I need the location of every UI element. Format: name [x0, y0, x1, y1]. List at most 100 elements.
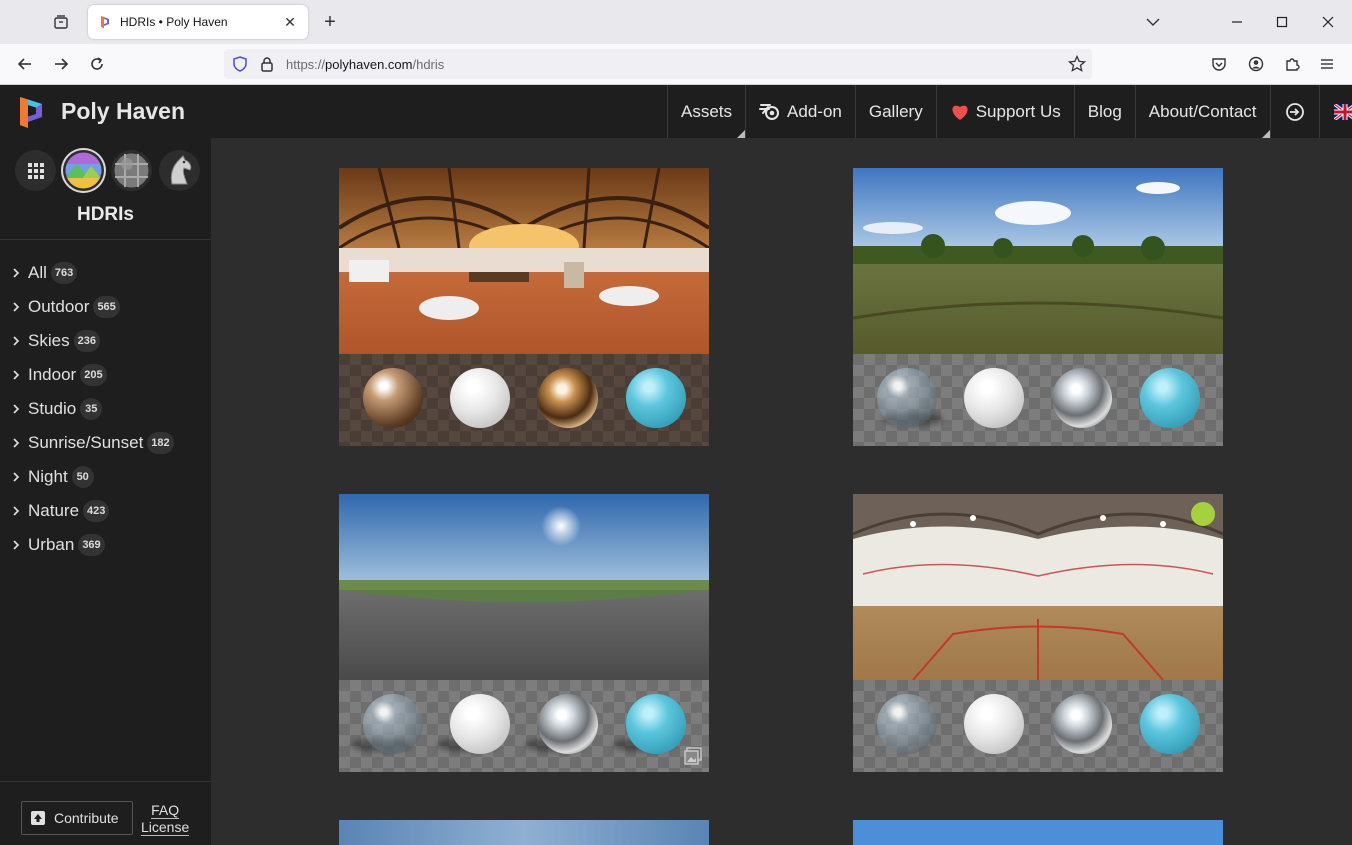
dropdown-corner-icon	[1261, 130, 1270, 138]
preview-floor	[853, 354, 1223, 446]
menu-about-contact[interactable]: About/Contact	[1134, 85, 1270, 138]
menu-addon[interactable]: Add-on	[745, 85, 855, 138]
account-icon[interactable]	[1242, 50, 1270, 78]
category-night[interactable]: Night 50	[12, 460, 174, 494]
tab-overflow-chevron-icon[interactable]	[1138, 8, 1168, 36]
lock-icon[interactable]	[260, 56, 274, 72]
category-urban[interactable]: Urban 369	[12, 528, 174, 562]
site-header: Poly Haven Assets Add-on Gallery Support…	[0, 85, 1352, 138]
sidebar-footer: Contribute FAQ License	[0, 781, 211, 845]
menu-support-us[interactable]: Support Us	[935, 85, 1074, 138]
url-path: /hdris	[412, 57, 445, 72]
contribute-label: Contribute	[54, 810, 119, 826]
upload-icon	[30, 810, 46, 826]
pocket-icon[interactable]	[1205, 50, 1233, 78]
reload-icon[interactable]	[83, 50, 111, 78]
category-indoor[interactable]: Indoor 205	[12, 358, 174, 392]
menu-gallery[interactable]: Gallery	[854, 85, 936, 138]
hdri-preview-image	[853, 820, 1223, 845]
asset-type-switcher	[15, 150, 200, 191]
category-studio[interactable]: Studio 35	[12, 392, 174, 426]
menu-blog[interactable]: Blog	[1073, 85, 1135, 138]
chevron-right-icon	[12, 471, 28, 483]
hdri-card[interactable]	[339, 168, 709, 446]
new-tab-icon[interactable]: +	[318, 10, 342, 34]
blue-sphere	[1140, 368, 1200, 428]
sidebar-divider	[0, 239, 211, 240]
category-name: All	[28, 263, 47, 282]
bookmark-star-icon[interactable]	[1068, 55, 1086, 73]
category-nature[interactable]: Nature 423	[12, 494, 174, 528]
maximize-icon[interactable]	[1267, 8, 1297, 36]
category-all[interactable]: All 763	[12, 256, 174, 290]
hdri-card[interactable]	[339, 820, 709, 845]
hdri-preview-image	[853, 168, 1223, 354]
chevron-right-icon	[12, 539, 28, 551]
category-count-badge: 565	[93, 296, 120, 318]
dropdown-corner-icon	[737, 130, 746, 138]
window-close-icon[interactable]	[1313, 8, 1343, 36]
app-menu-icon[interactable]	[1313, 50, 1341, 78]
forward-arrow-icon[interactable]	[47, 50, 75, 78]
blender-icon	[759, 103, 781, 121]
hdri-card[interactable]	[853, 494, 1223, 772]
category-name: Urban	[28, 535, 75, 554]
site-name[interactable]: Poly Haven	[61, 98, 185, 125]
chevron-right-icon	[12, 505, 28, 517]
browser-nav-bar: https://polyhaven.com/hdris	[0, 44, 1352, 85]
sidebar-title: HDRIs	[76, 204, 134, 225]
category-sunrise-sunset[interactable]: Sunrise/Sunset 182	[12, 426, 174, 460]
chrome-sphere	[538, 368, 598, 428]
polyhaven-favicon-icon	[101, 16, 109, 28]
menu-about-label: About/Contact	[1148, 101, 1257, 121]
tab-title: HDRIs • Poly Haven	[120, 15, 228, 29]
white-sphere	[450, 368, 510, 428]
hdri-type-icon[interactable]	[63, 150, 104, 191]
preview-floor	[339, 680, 709, 772]
login-icon	[1285, 102, 1305, 122]
blue-sphere	[626, 368, 686, 428]
contribute-button[interactable]: Contribute	[21, 801, 133, 835]
menu-assets[interactable]: Assets	[667, 85, 746, 138]
glass-sphere	[877, 368, 937, 428]
active-tab[interactable]: HDRIs • Poly Haven ✕	[88, 5, 308, 39]
heart-icon	[950, 103, 970, 121]
textures-type-icon[interactable]	[111, 150, 152, 191]
minimize-icon[interactable]	[1222, 8, 1252, 36]
hdri-card[interactable]	[339, 494, 709, 772]
chevron-right-icon	[12, 403, 28, 415]
hdri-card[interactable]	[853, 168, 1223, 446]
all-assets-grid-icon[interactable]	[15, 150, 56, 191]
login-button[interactable]	[1269, 85, 1319, 138]
white-sphere	[964, 368, 1024, 428]
category-count-badge: 35	[80, 398, 103, 420]
language-selector[interactable]	[1318, 85, 1352, 138]
chrome-sphere	[1052, 694, 1112, 754]
category-count-badge: 205	[80, 364, 107, 386]
hdri-preview-image	[853, 494, 1223, 680]
category-name: Sunrise/Sunset	[28, 433, 144, 452]
faq-link[interactable]: FAQ	[151, 802, 180, 819]
category-name: Night	[28, 467, 68, 486]
category-count-badge: 369	[78, 534, 105, 556]
license-link[interactable]: License	[141, 819, 190, 836]
sidebar: HDRIs All 763 Outdoor 565 Skies 236 Indoor 2…	[0, 138, 211, 845]
chrome-sphere	[538, 694, 598, 754]
main-menu: Assets Add-on Gallery Support Us Blog Ab…	[667, 85, 1352, 138]
tab-close-icon[interactable]: ✕	[282, 14, 298, 30]
tab-list-icon[interactable]	[46, 8, 76, 36]
category-name: Outdoor	[28, 297, 90, 316]
chrome-sphere	[1052, 368, 1112, 428]
hdri-card[interactable]	[853, 820, 1223, 845]
category-skies[interactable]: Skies 236	[12, 324, 174, 358]
models-type-icon[interactable]	[159, 150, 200, 191]
tracking-shield-icon[interactable]	[232, 56, 248, 72]
category-outdoor[interactable]: Outdoor 565	[12, 290, 174, 324]
url-bar[interactable]: https://polyhaven.com/hdris	[224, 49, 1092, 79]
polyhaven-logo-icon[interactable]	[16, 95, 46, 129]
back-arrow-icon[interactable]	[11, 50, 39, 78]
url-host: polyhaven.com	[325, 57, 413, 72]
url-scheme: https://	[286, 57, 326, 72]
chevron-right-icon	[12, 301, 28, 313]
extensions-icon[interactable]	[1278, 50, 1306, 78]
